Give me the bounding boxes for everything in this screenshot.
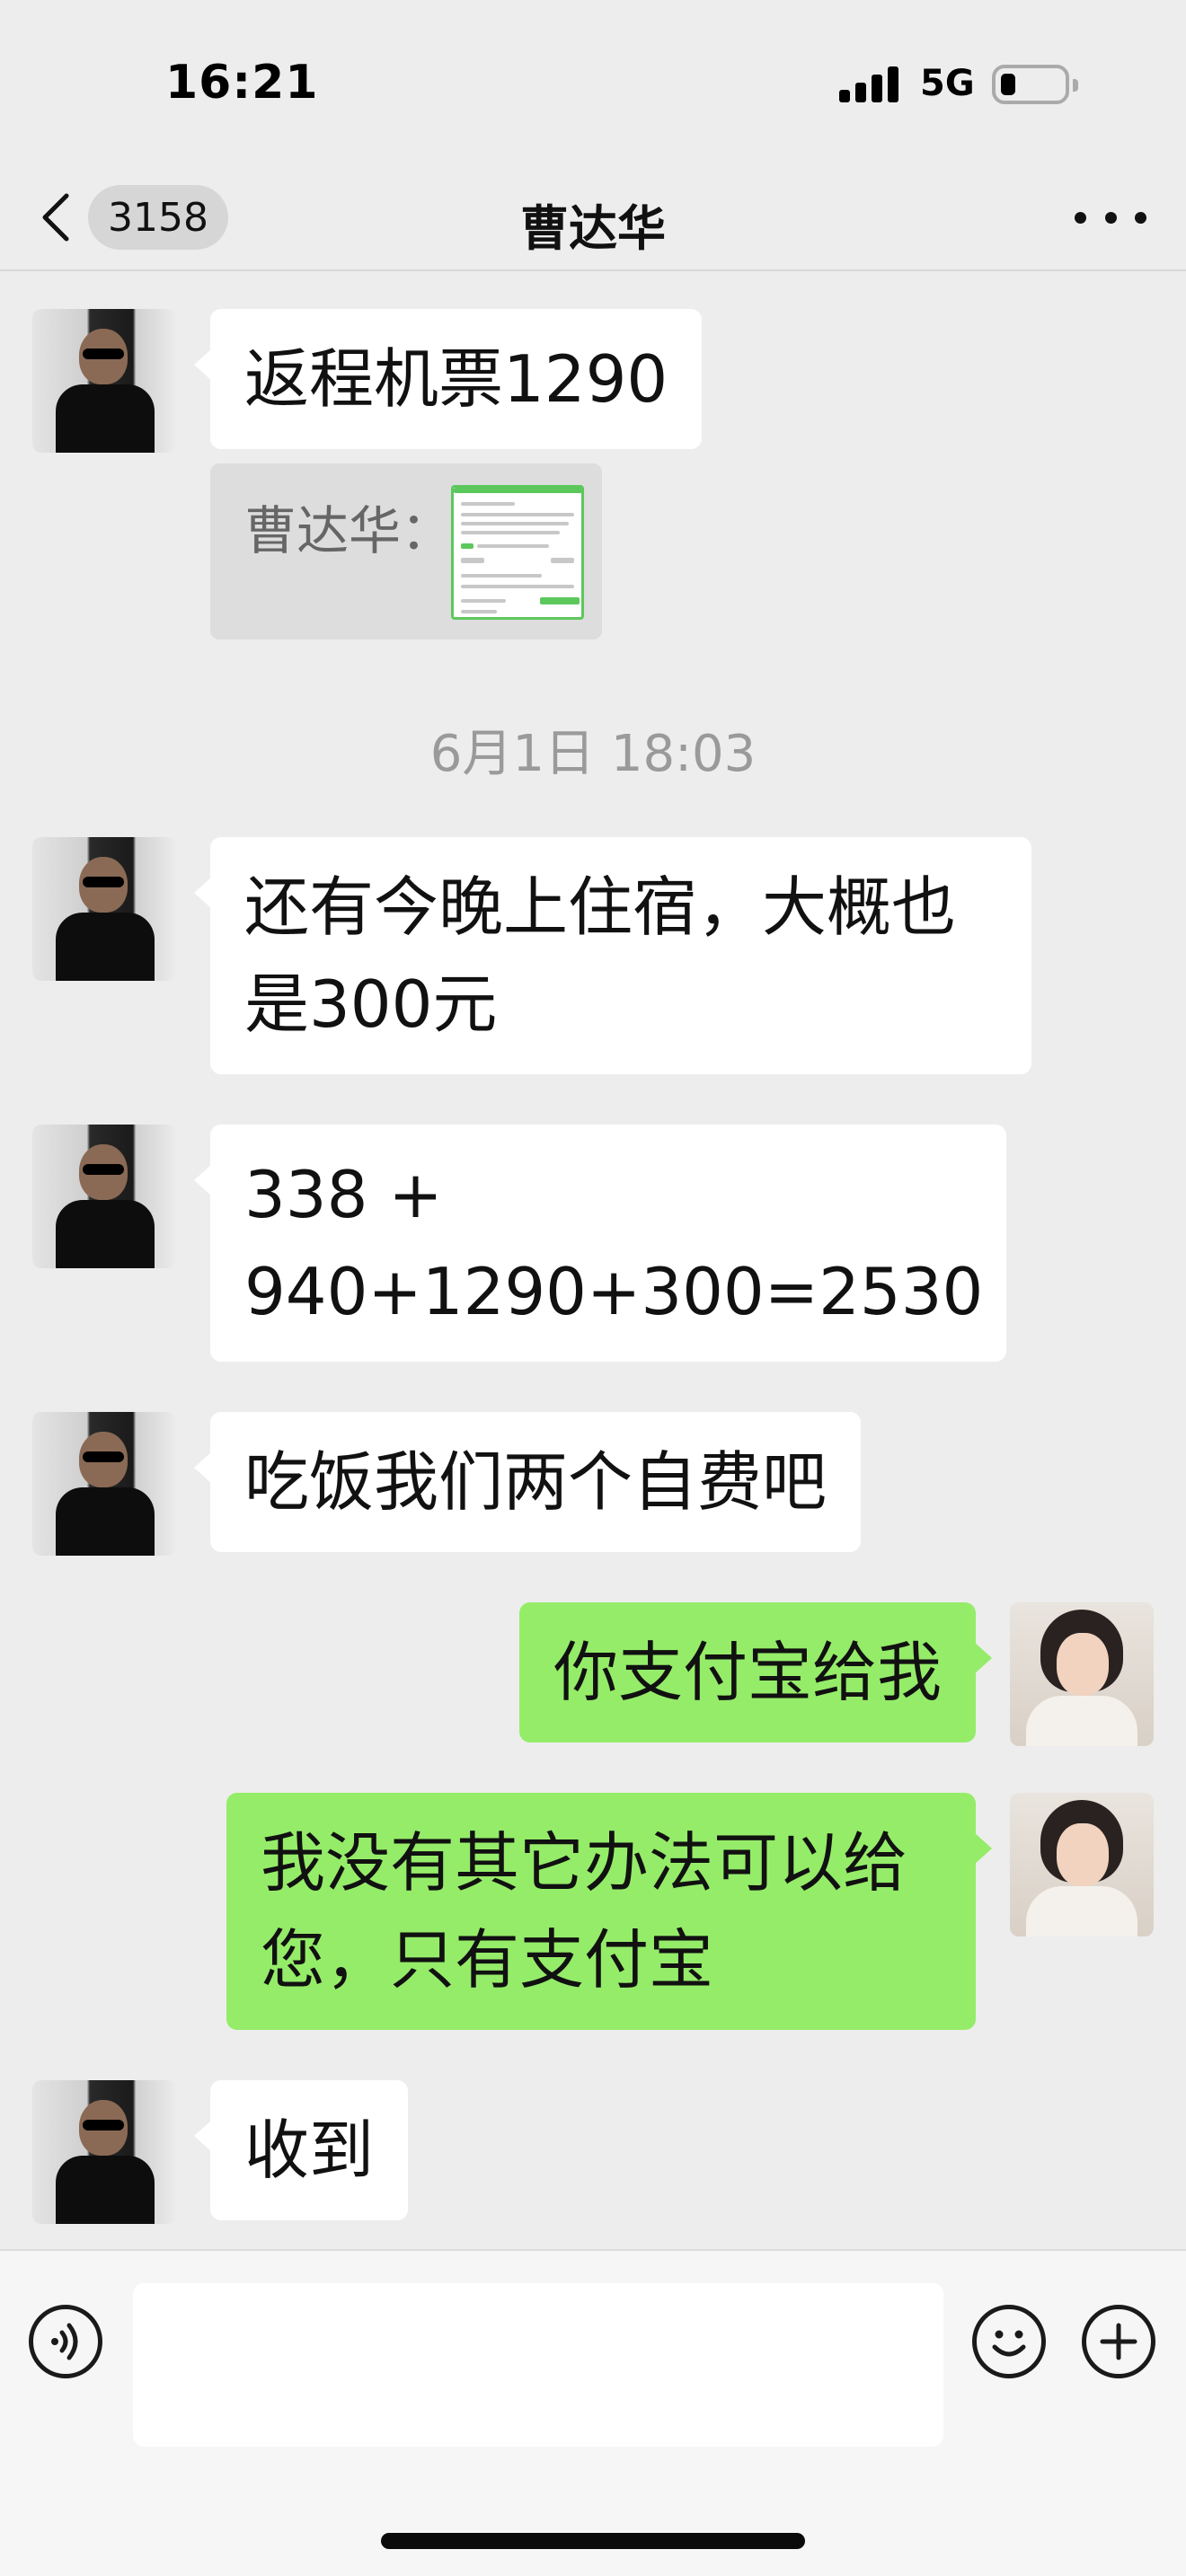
my-avatar[interactable] xyxy=(1010,1793,1154,1936)
message-text-line: 940+1290+300=2530 xyxy=(244,1254,984,1329)
chat-header: 3158 曹达华 xyxy=(0,162,1186,271)
message-bubble-outgoing[interactable]: 你支付宝给我 xyxy=(518,1602,993,1742)
emoji-button[interactable] xyxy=(972,2305,1046,2378)
chat-screen: 16:21 5G 3158 曹达华 返程机票1290 曹达华： 6月1日 18:… xyxy=(0,0,1186,2576)
message-text-line: 我没有其它办法可以给 xyxy=(261,1825,908,1901)
message-bubble-incoming[interactable]: 338 + 940+1290+300=2530 xyxy=(194,1125,1006,1362)
message-bubble-incoming[interactable]: 收到 xyxy=(193,2080,409,2220)
flight-screenshot-thumbnail[interactable] xyxy=(451,485,584,620)
message-bubble-incoming[interactable]: 还有今晚上住宿，大概也 是300元 xyxy=(194,837,1031,1074)
voice-button[interactable] xyxy=(29,2305,102,2378)
message-text-line: 是300元 xyxy=(244,966,498,1042)
contact-avatar[interactable] xyxy=(32,837,176,981)
contact-avatar[interactable] xyxy=(32,2080,176,2224)
message-input[interactable] xyxy=(133,2283,943,2447)
status-time: 16:21 xyxy=(165,56,319,110)
message-text-line: 338 + xyxy=(244,1157,443,1232)
contact-avatar[interactable] xyxy=(32,309,176,453)
network-label: 5G xyxy=(920,63,975,104)
message-text-line: 您，只有支付宝 xyxy=(261,1922,714,1998)
battery-icon xyxy=(992,65,1078,104)
more-options-button[interactable] xyxy=(1075,190,1146,244)
status-bar: 16:21 5G xyxy=(0,0,1186,162)
ellipsis-icon xyxy=(1075,211,1086,224)
voice-icon xyxy=(51,2323,78,2360)
message-bubble-incoming[interactable]: 吃饭我们两个自费吧 xyxy=(193,1412,862,1552)
message-text: 返程机票1290 xyxy=(244,341,668,417)
message-bubble-outgoing[interactable]: 我没有其它办法可以给 您，只有支付宝 xyxy=(226,1793,992,2030)
message-text: 你支付宝给我 xyxy=(553,1635,942,1710)
quoted-message[interactable]: 曹达华： xyxy=(210,463,602,640)
contact-avatar[interactable] xyxy=(32,1125,176,1268)
input-bar xyxy=(0,2249,1186,2576)
message-list[interactable]: 返程机票1290 曹达华： 6月1日 18:03 还有今晚上住宿，大概也 是30… xyxy=(0,273,1186,2249)
plus-button[interactable] xyxy=(1082,2305,1155,2378)
signal-icon xyxy=(839,66,900,102)
my-avatar[interactable] xyxy=(1010,1602,1154,1746)
contact-avatar[interactable] xyxy=(32,1412,176,1556)
home-indicator[interactable] xyxy=(381,2533,805,2549)
message-text: 吃饭我们两个自费吧 xyxy=(244,1444,828,1520)
message-text-line: 还有今晚上住宿，大概也 xyxy=(244,869,957,945)
chat-title: 曹达华 xyxy=(520,200,666,257)
emoji-icon xyxy=(992,2330,1026,2357)
quote-sender-label: 曹达华： xyxy=(244,500,454,561)
message-timestamp: 6月1日 18:03 xyxy=(429,725,757,783)
plus-icon xyxy=(1100,2323,1137,2360)
message-text: 收到 xyxy=(244,2113,375,2188)
message-bubble-incoming[interactable]: 返程机票1290 xyxy=(193,309,703,449)
